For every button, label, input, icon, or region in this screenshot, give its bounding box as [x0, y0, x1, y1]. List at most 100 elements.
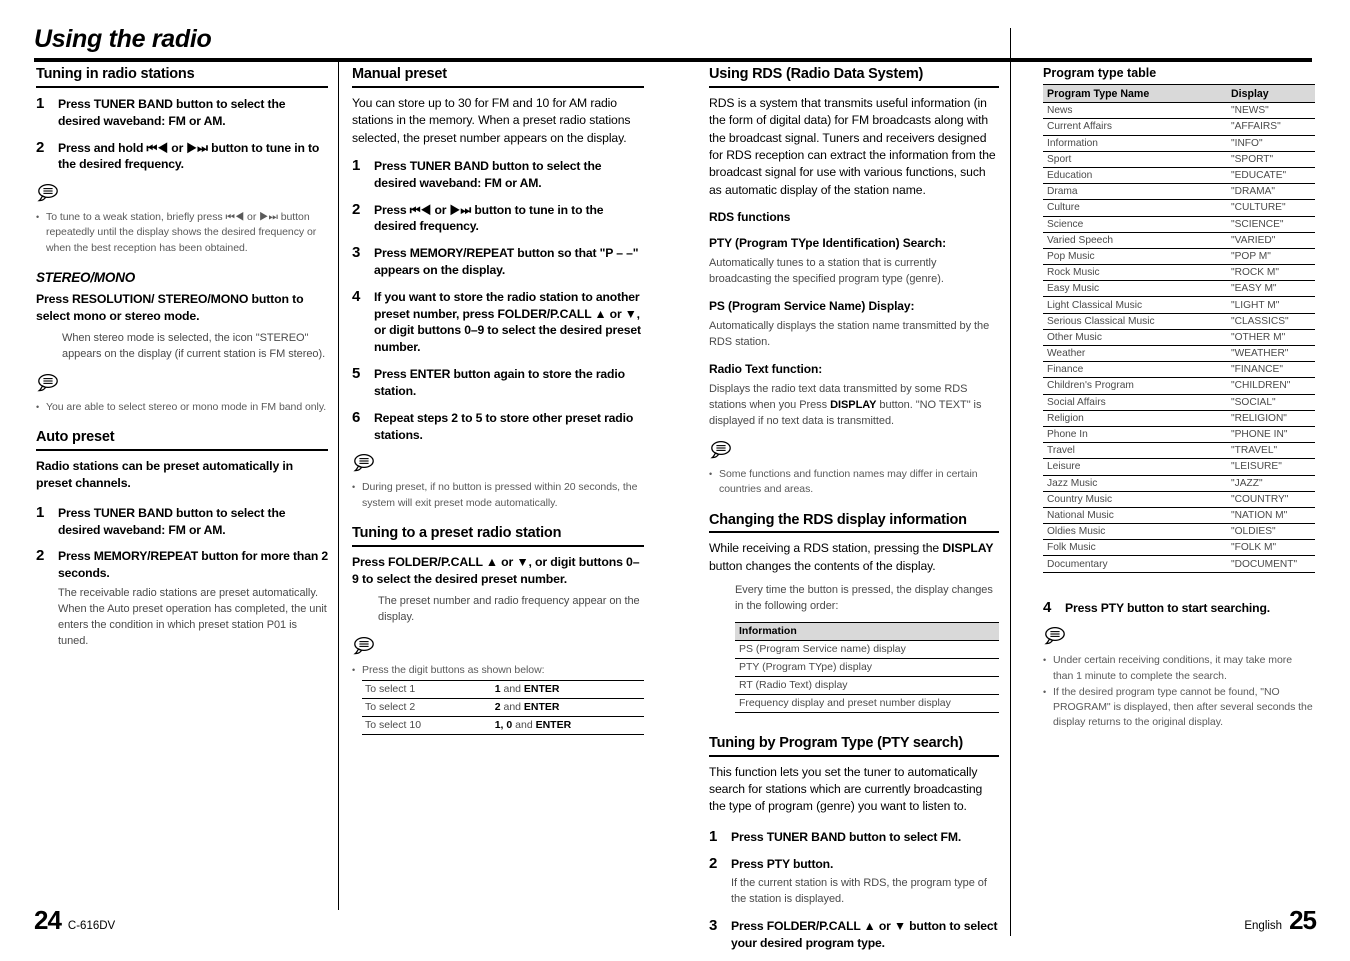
program-type-display: "ROCK M" — [1227, 264, 1315, 282]
enter-label: ENTER — [523, 683, 560, 696]
pty-search-intro: This function lets you set the tuner to … — [709, 764, 983, 814]
column-4: Program type table Program Type Name Dis… — [1043, 66, 1315, 739]
table-row: Weather "WEATHER" — [1043, 345, 1315, 363]
title-rule — [34, 57, 1312, 62]
heading-auto-preset: Auto preset — [36, 428, 115, 445]
page-number-right: 25 — [1289, 905, 1317, 935]
section-rule — [36, 448, 328, 451]
step-body: Press TUNER BAND button to select FM. — [731, 828, 999, 846]
step-body: Press TUNER BAND button to select the de… — [58, 95, 328, 130]
step-body: Press PTY button to start searching. — [1065, 599, 1315, 617]
table-cell: PTY (Program TYpe) display — [735, 658, 999, 677]
step-number: 6 — [352, 408, 361, 426]
heading-stereo-mono: STEREO/MONO — [36, 269, 136, 285]
page-title: Using the radio — [34, 25, 212, 53]
program-type-name: Documentary — [1043, 555, 1227, 573]
step-number: 2 — [36, 547, 45, 565]
bullet-icon: • — [1043, 655, 1047, 666]
program-type-name: Other Music — [1043, 329, 1227, 347]
intro-part-a: While receiving a RDS station, pressing … — [709, 541, 943, 556]
step-text: Press PTY button. — [731, 856, 834, 871]
step-body: Press FOLDER/P.CALL ▲ or ▼ button to sel… — [731, 917, 999, 952]
table-row: PTY (Program TYpe) display — [735, 658, 999, 677]
bullet-icon: • — [36, 212, 40, 223]
program-type-display: "PHONE IN" — [1227, 426, 1315, 444]
step-item: 5 Press ENTER button again to store the … — [352, 365, 644, 400]
table-row: Varied Speech "VARIED" — [1043, 232, 1315, 249]
note-text: Press the digit buttons as shown below: — [362, 663, 545, 676]
program-type-display: "LIGHT M" — [1227, 296, 1315, 314]
program-type-table-title: Program type table — [1043, 66, 1157, 80]
changing-rds-note: Every time the button is pressed, the di… — [735, 584, 993, 613]
ps-display-label: PS (Program Service Name) Display: — [709, 299, 915, 314]
rds-functions-label: RDS functions — [709, 209, 791, 224]
program-type-name: Travel — [1043, 442, 1227, 460]
section-rule — [352, 85, 644, 88]
note-block: • To tune to a weak station, briefly pre… — [36, 183, 328, 256]
program-type-name: Finance — [1043, 361, 1227, 379]
section-rule — [36, 85, 328, 88]
program-type-display: "FINANCE" — [1227, 361, 1315, 379]
program-type-name: Religion — [1043, 410, 1227, 427]
program-type-display: "VARIED" — [1227, 232, 1315, 249]
step-body: Repeat steps 2 to 5 to store other prese… — [374, 409, 644, 444]
heading-tuning-to-preset-radio-station: Tuning to a preset radio station — [352, 524, 562, 541]
note-list-item: • To tune to a weak station, briefly pre… — [36, 210, 328, 256]
column-1: Tuning in radio stations 1 Press TUNER B… — [36, 66, 328, 659]
table-row: Light Classical Music "LIGHT M" — [1043, 296, 1315, 314]
note-list-item: • Some functions and function names may … — [709, 467, 999, 497]
program-type-display: "AFFAIRS" — [1227, 118, 1315, 136]
program-type-display: "OLDIES" — [1227, 523, 1315, 541]
step-text: Press FOLDER/P.CALL ▲ or ▼ button to sel… — [731, 919, 998, 951]
step-number: 4 — [352, 287, 361, 305]
bullet-icon: • — [709, 469, 713, 480]
step-number: 1 — [352, 156, 361, 174]
program-type-display: "RELIGION" — [1227, 410, 1315, 427]
step-body: Press PTY button. If the current station… — [731, 855, 999, 909]
table-row: Easy Music "EASY M" — [1043, 280, 1315, 298]
model-number: C-616DV — [67, 920, 116, 932]
step-text: Press TUNER BAND button to select the de… — [374, 158, 602, 190]
note-bubble-icon — [37, 373, 328, 397]
changing-rds-intro: While receiving a RDS station, pressing … — [709, 540, 999, 575]
program-type-name: Country Music — [1043, 491, 1227, 508]
program-type-name: Serious Classical Music — [1043, 313, 1227, 330]
note-text: You are able to select stereo or mono mo… — [46, 400, 327, 413]
note-list-item: • Under certain receiving conditions, it… — [1043, 653, 1315, 683]
table-header-row: Program Type Name Display — [1043, 83, 1315, 104]
step-item: 3 Press FOLDER/P.CALL ▲ or ▼ button to s… — [709, 917, 999, 952]
note-list-item: • You are able to select stereo or mono … — [36, 400, 328, 415]
program-type-display: "SPORT" — [1227, 151, 1315, 168]
program-type-name: Varied Speech — [1043, 232, 1227, 249]
step-number: 4 — [1043, 598, 1052, 616]
digit-button-table: To select 1 1 and ENTER To select 2 2 an… — [362, 679, 644, 735]
pty-search-label: PTY (Program TYpe Identification) Search… — [709, 236, 947, 251]
note-block: • You are able to select stereo or mono … — [36, 373, 328, 415]
column-divider — [338, 58, 339, 910]
table-row: Country Music "COUNTRY" — [1043, 491, 1315, 508]
enter-label: ENTER — [523, 701, 560, 714]
preset-tuning-note: The preset number and radio frequency ap… — [378, 594, 640, 623]
table-row: To select 10 1, 0 and ENTER — [362, 715, 644, 735]
intro-part-c: button changes the contents of the displ… — [709, 558, 936, 573]
step-text: Press TUNER BAND button to select FM. — [731, 829, 962, 844]
step-text: Press TUNER BAND button to select the de… — [58, 96, 286, 128]
step-item: 1 Press TUNER BAND button to select the … — [36, 504, 328, 539]
note-bubble-icon — [37, 183, 328, 207]
step-text: Repeat steps 2 to 5 to store other prese… — [374, 410, 634, 442]
step-note: If the current station is with RDS, the … — [731, 877, 987, 906]
page-title-block: Using the radio — [34, 25, 1314, 62]
note-text: If the desired program type cannot be fo… — [1053, 685, 1313, 729]
table-row: Social Affairs "SOCIAL" — [1043, 394, 1315, 411]
program-type-display: "DOCUMENT" — [1227, 555, 1315, 573]
step-body: Press and hold ⏮◀ or ▶⏭ button to tune i… — [58, 139, 328, 174]
table-row: Current Affairs "AFFAIRS" — [1043, 118, 1315, 136]
preset-tuning-instruction: Press FOLDER/P.CALL ▲ or ▼, or digit but… — [352, 554, 640, 586]
program-type-display: "EASY M" — [1227, 280, 1315, 298]
table-row: To select 2 2 and ENTER — [362, 697, 644, 717]
step-item: 3 Press MEMORY/REPEAT button so that "P … — [352, 244, 644, 279]
program-type-name: Weather — [1043, 345, 1227, 363]
step-body: Press TUNER BAND button to select the de… — [58, 504, 328, 539]
note-list-item: • During preset, if no button is pressed… — [352, 480, 644, 510]
table-row: Children's Program "CHILDREN" — [1043, 377, 1315, 395]
